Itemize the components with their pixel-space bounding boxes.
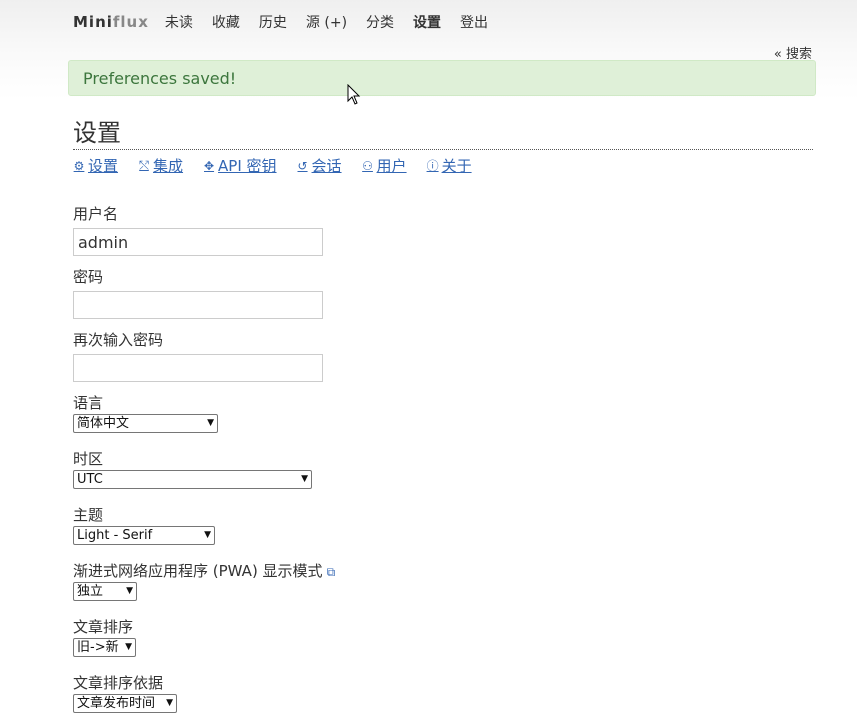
- password-input[interactable]: [73, 291, 323, 319]
- history-icon: ↺: [297, 158, 308, 173]
- entry-order-selected: 旧->新: [77, 640, 119, 655]
- chevron-down-icon: ▼: [166, 698, 173, 708]
- password-label: 密码: [73, 268, 104, 286]
- nav-settings[interactable]: 设置: [413, 12, 441, 32]
- theme-selected: Light - Serif: [77, 528, 153, 543]
- tab-api-keys[interactable]: ✥ API 密钥: [203, 155, 277, 176]
- mouse-cursor-icon: [347, 84, 361, 105]
- entry-order-by-select[interactable]: 文章发布时间 ▼: [73, 694, 177, 713]
- language-selected: 简体中文: [77, 416, 130, 431]
- timezone-selected: UTC: [77, 472, 103, 487]
- external-link-icon[interactable]: ⧉: [327, 565, 336, 579]
- theme-select[interactable]: Light - Serif ▼: [73, 526, 215, 545]
- timezone-label: 时区: [73, 450, 104, 468]
- entry-order-by-selected: 文章发布时间: [77, 696, 156, 711]
- gear-icon: ⚙: [73, 158, 85, 173]
- pwa-selected: 独立: [77, 584, 104, 599]
- entry-order-by-label: 文章排序依据: [73, 674, 164, 692]
- chevron-down-icon: ▼: [125, 642, 132, 652]
- nav-starred[interactable]: 收藏: [212, 12, 240, 32]
- nav-feeds[interactable]: 源 (+): [306, 12, 347, 32]
- page-title: 设置: [73, 118, 813, 150]
- tab-sessions[interactable]: ↺ 会话: [297, 155, 342, 176]
- username-label: 用户名: [73, 205, 119, 223]
- tab-about[interactable]: ⓘ 关于: [427, 155, 472, 176]
- nav-unread[interactable]: 未读: [165, 12, 193, 32]
- language-label: 语言: [73, 394, 104, 412]
- entry-order-label: 文章排序: [73, 618, 134, 636]
- chevron-down-icon: ▼: [126, 586, 133, 596]
- entry-order-select[interactable]: 旧->新 ▼: [73, 638, 136, 657]
- nav-categories[interactable]: 分类: [366, 12, 394, 32]
- pwa-select[interactable]: 独立 ▼: [73, 582, 137, 601]
- users-icon: ⚇: [362, 158, 373, 173]
- main-nav: Miniflux 未读 收藏 历史 源 (+) 分类 设置 登出: [73, 12, 507, 32]
- tab-settings[interactable]: ⚙ 设置: [73, 155, 118, 176]
- theme-label: 主题: [73, 506, 104, 524]
- logo[interactable]: Miniflux: [73, 13, 149, 31]
- flash-message: Preferences saved!: [68, 60, 816, 96]
- info-icon: ⓘ: [426, 159, 439, 173]
- integration-icon: ⤲: [139, 158, 149, 172]
- pwa-label-text: 渐进式网络应用程序 (PWA) 显示模式: [73, 562, 323, 580]
- language-select[interactable]: 简体中文 ▼: [73, 414, 218, 433]
- nav-history[interactable]: 历史: [259, 12, 287, 32]
- tab-users[interactable]: ⚇ 用户: [362, 155, 406, 176]
- confirm-password-label: 再次输入密码: [73, 331, 164, 349]
- confirm-password-input[interactable]: [73, 354, 323, 382]
- api-icon: ✥: [204, 158, 215, 173]
- chevron-down-icon: ▼: [207, 418, 214, 428]
- username-input[interactable]: [73, 228, 323, 256]
- timezone-select[interactable]: UTC ▼: [73, 470, 312, 489]
- tab-integrations[interactable]: ⤲ 集成: [138, 155, 183, 176]
- pwa-label: 渐进式网络应用程序 (PWA) 显示模式 ⧉: [73, 560, 335, 581]
- chevron-down-icon: ▼: [301, 474, 308, 484]
- settings-tabs: ⚙ 设置 ⤲ 集成 ✥ API 密钥 ↺ 会话 ⚇ 用户 ⓘ 关于: [73, 155, 492, 176]
- nav-logout[interactable]: 登出: [460, 12, 488, 32]
- chevron-down-icon: ▼: [204, 530, 211, 540]
